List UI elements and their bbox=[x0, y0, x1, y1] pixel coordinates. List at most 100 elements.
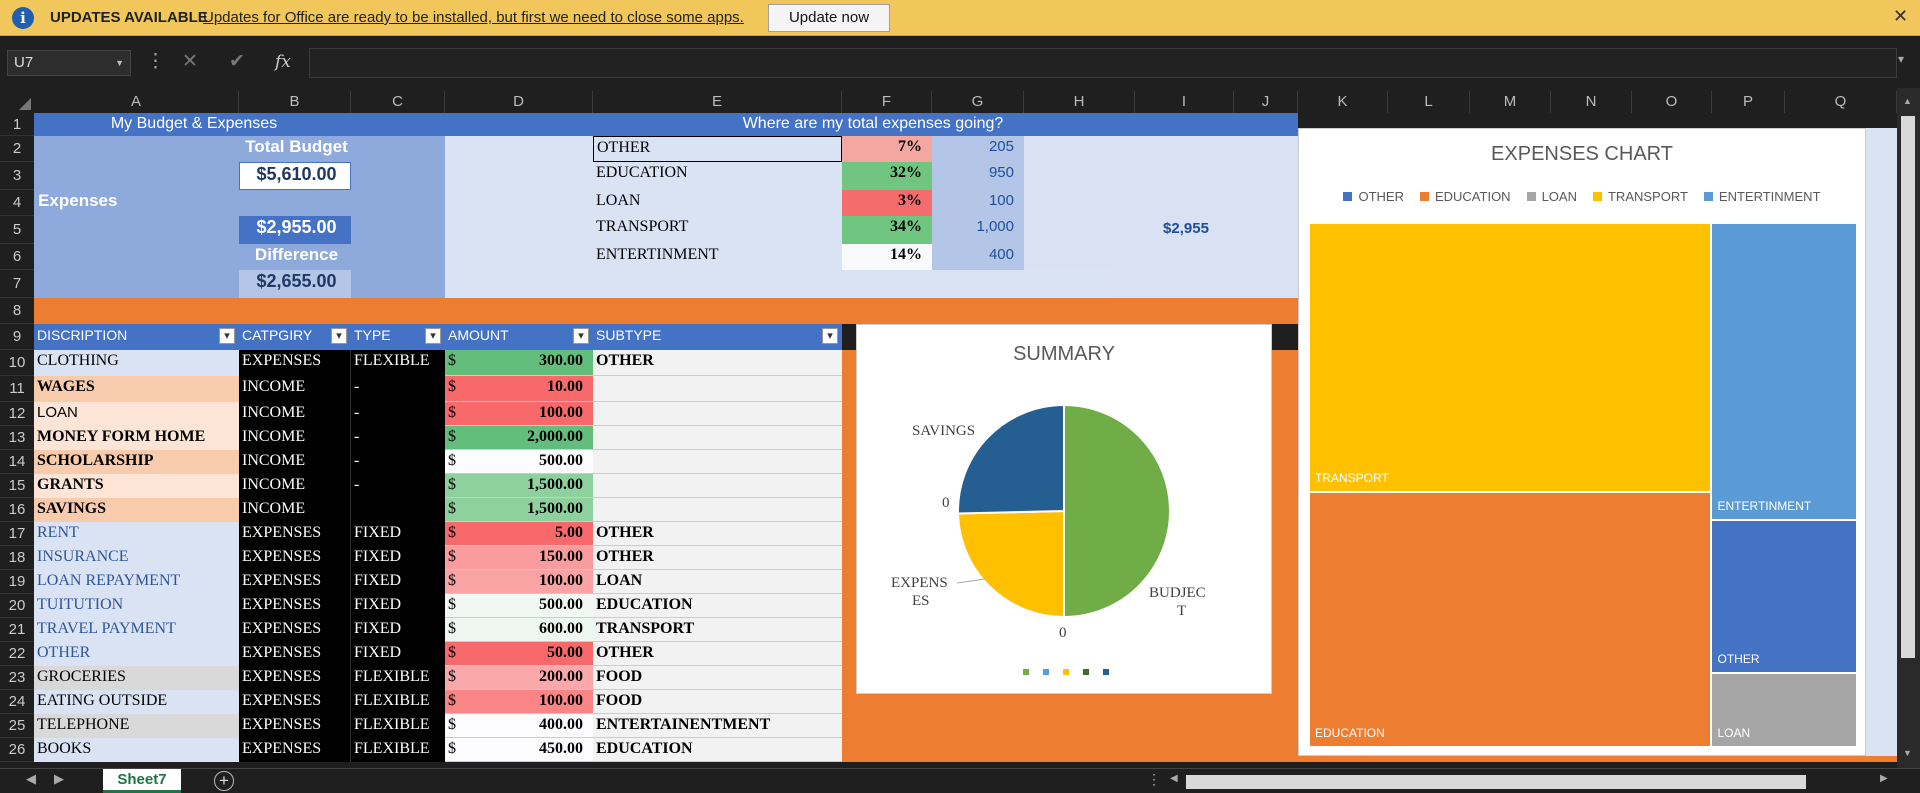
row-header[interactable]: 7 bbox=[0, 270, 34, 298]
table-cell-type[interactable]: FLEXIBLE bbox=[351, 350, 445, 376]
table-cell-category[interactable]: EXPENSES bbox=[239, 642, 351, 666]
table-cell-category[interactable]: EXPENSES bbox=[239, 714, 351, 738]
enter-icon[interactable]: ✔ bbox=[229, 50, 245, 74]
row-header[interactable]: 18 bbox=[0, 546, 34, 570]
chevron-down-icon[interactable]: ▼ bbox=[115, 51, 124, 75]
table-cell-description[interactable]: TRAVEL PAYMENT bbox=[34, 618, 239, 642]
column-header[interactable]: Q bbox=[1785, 91, 1897, 113]
table-cell-category[interactable]: EXPENSES bbox=[239, 522, 351, 546]
column-header[interactable]: I bbox=[1135, 91, 1234, 113]
breakdown-item-name[interactable]: ENTERTINMENT bbox=[593, 244, 842, 270]
table-cell-amount[interactable]: 500.00 bbox=[445, 450, 593, 474]
filter-dropdown-icon[interactable]: ▾ bbox=[425, 328, 441, 344]
budget-title[interactable]: My Budget & Expenses bbox=[34, 113, 351, 136]
table-cell-subtype[interactable]: ENTERTAINENTMENT bbox=[593, 714, 842, 738]
column-header[interactable]: K bbox=[1298, 91, 1388, 113]
formula-input[interactable] bbox=[309, 48, 1897, 78]
breakdown-item-amount[interactable]: 100 bbox=[932, 190, 1024, 216]
filter-dropdown-icon[interactable]: ▾ bbox=[822, 328, 838, 344]
table-cell-amount[interactable]: 50.00 bbox=[445, 642, 593, 666]
treemap-tile[interactable]: TRANSPORT bbox=[1309, 223, 1712, 492]
column-header[interactable]: P bbox=[1712, 91, 1785, 113]
table-cell-subtype[interactable]: TRANSPORT bbox=[593, 618, 842, 642]
table-cell-description[interactable]: SAVINGS bbox=[34, 498, 239, 522]
table-cell-type[interactable]: FIXED bbox=[351, 546, 445, 570]
table-cell-subtype[interactable]: OTHER bbox=[593, 350, 842, 376]
table-cell-category[interactable]: EXPENSES bbox=[239, 690, 351, 714]
table-cell-type[interactable]: FLEXIBLE bbox=[351, 666, 445, 690]
column-header[interactable]: J bbox=[1234, 91, 1298, 113]
vertical-scrollbar[interactable]: ▲ ▼ bbox=[1897, 88, 1920, 768]
vertical-scroll-thumb[interactable] bbox=[1901, 116, 1915, 658]
select-all-corner[interactable] bbox=[0, 91, 34, 113]
table-cell-type[interactable]: - bbox=[351, 402, 445, 426]
table-cell-amount[interactable]: 300.00 bbox=[445, 350, 593, 376]
table-cell-type[interactable] bbox=[351, 498, 445, 522]
row-header[interactable]: 25 bbox=[0, 714, 34, 738]
table-cell-subtype[interactable] bbox=[593, 474, 842, 498]
cell[interactable] bbox=[351, 113, 445, 136]
table-cell-category[interactable]: INCOME bbox=[239, 376, 351, 402]
table-cell-type[interactable]: FIXED bbox=[351, 618, 445, 642]
scroll-right-icon[interactable]: ▶ bbox=[1880, 773, 1888, 784]
table-cell-type[interactable]: FLEXIBLE bbox=[351, 738, 445, 762]
worksheet-grid[interactable]: ABCDEFGHIJKLMNOPQ 1 2 3 4 5 6 7 8 9 10 11 12 13 14 15 1… bbox=[0, 88, 1920, 768]
update-now-button[interactable]: Update now bbox=[768, 4, 890, 32]
row-header[interactable]: 11 bbox=[0, 376, 34, 402]
table-cell-type[interactable]: FLEXIBLE bbox=[351, 690, 445, 714]
total-expenses-value[interactable]: $2,955.00 bbox=[239, 216, 351, 244]
row-header[interactable]: 5 bbox=[0, 216, 34, 244]
breakdown-item-name[interactable]: LOAN bbox=[593, 190, 842, 216]
table-cell-type[interactable]: - bbox=[351, 474, 445, 498]
table-cell-amount[interactable]: 1,500.00 bbox=[445, 498, 593, 522]
table-cell-description[interactable]: TUITUTION bbox=[34, 594, 239, 618]
column-header[interactable]: B bbox=[239, 91, 351, 113]
table-cell-amount[interactable]: 1,500.00 bbox=[445, 474, 593, 498]
table-cell-category[interactable]: EXPENSES bbox=[239, 594, 351, 618]
table-cell-category[interactable]: EXPENSES bbox=[239, 738, 351, 762]
column-header[interactable]: N bbox=[1551, 91, 1632, 113]
column-header[interactable]: G bbox=[932, 91, 1024, 113]
table-cell-amount[interactable]: 150.00 bbox=[445, 546, 593, 570]
treemap-tile[interactable]: EDUCATION bbox=[1309, 491, 1712, 747]
difference-value[interactable]: $2,655.00 bbox=[239, 270, 351, 298]
table-cell-type[interactable]: FIXED bbox=[351, 570, 445, 594]
row-header[interactable]: 8 bbox=[0, 298, 34, 324]
tab-splitter-icon[interactable]: ⋮ bbox=[1147, 771, 1161, 788]
treemap-tile[interactable]: LOAN bbox=[1711, 672, 1857, 747]
table-cell-description[interactable]: TELEPHONE bbox=[34, 714, 239, 738]
table-cell-subtype[interactable] bbox=[593, 498, 842, 522]
breakdown-item-pct[interactable]: 3% bbox=[842, 190, 932, 216]
column-header[interactable]: A bbox=[34, 91, 239, 113]
table-cell-amount[interactable]: 100.00 bbox=[445, 690, 593, 714]
column-header[interactable]: F bbox=[842, 91, 932, 113]
table-cell-description[interactable]: GRANTS bbox=[34, 474, 239, 498]
table-cell-category[interactable]: EXPENSES bbox=[239, 546, 351, 570]
table-cell-description[interactable]: SCHOLARSHIP bbox=[34, 450, 239, 474]
pie-slice[interactable] bbox=[957, 403, 1065, 515]
column-header[interactable]: D bbox=[445, 91, 593, 113]
scroll-left-icon[interactable]: ◀ bbox=[1170, 773, 1178, 784]
update-message-link[interactable]: Updates for Office are ready to be insta… bbox=[203, 9, 744, 26]
table-cell-subtype[interactable]: OTHER bbox=[593, 546, 842, 570]
treemap-tile[interactable]: OTHER bbox=[1711, 520, 1857, 673]
column-header[interactable]: C bbox=[351, 91, 445, 113]
row-header[interactable]: 15 bbox=[0, 474, 34, 498]
filter-dropdown-icon[interactable]: ▾ bbox=[573, 328, 589, 344]
breakdown-item-amount[interactable]: 205 bbox=[932, 136, 1024, 162]
table-cell-subtype[interactable]: OTHER bbox=[593, 642, 842, 666]
table-cell-category[interactable]: INCOME bbox=[239, 498, 351, 522]
filter-dropdown-icon[interactable]: ▾ bbox=[219, 328, 235, 344]
table-cell-subtype[interactable]: FOOD bbox=[593, 690, 842, 714]
row-header[interactable]: 24 bbox=[0, 690, 34, 714]
filter-dropdown-icon[interactable]: ▾ bbox=[331, 328, 347, 344]
prev-sheet-icon[interactable]: ◀ bbox=[26, 771, 36, 787]
table-header[interactable]: DISCRIPTION bbox=[34, 324, 239, 350]
table-cell-description[interactable]: WAGES bbox=[34, 376, 239, 402]
column-header[interactable]: M bbox=[1470, 91, 1551, 113]
pie-slice[interactable] bbox=[957, 509, 1065, 619]
row-header[interactable]: 16 bbox=[0, 498, 34, 522]
row-header[interactable]: 21 bbox=[0, 618, 34, 642]
table-cell-category[interactable]: EXPENSES bbox=[239, 666, 351, 690]
table-cell-description[interactable]: INSURANCE bbox=[34, 546, 239, 570]
